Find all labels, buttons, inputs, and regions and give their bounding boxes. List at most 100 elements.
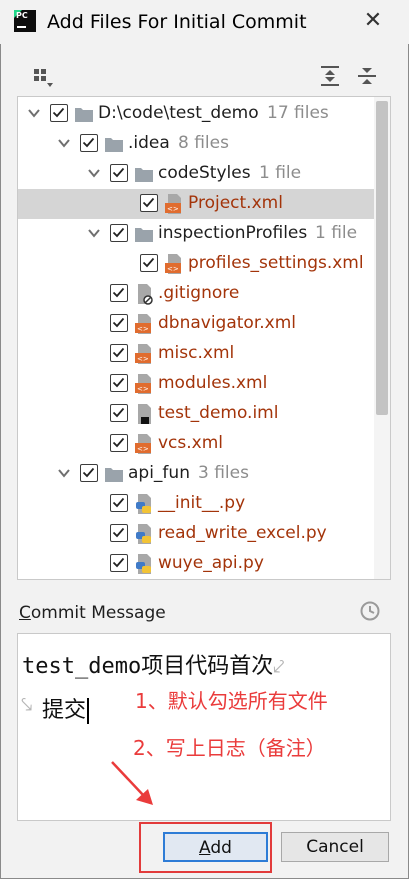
tree-item-label: codeStyles bbox=[158, 163, 251, 183]
checkbox[interactable] bbox=[50, 104, 68, 122]
xml-file-icon: <> bbox=[164, 253, 184, 275]
text-caret bbox=[87, 698, 89, 724]
tree-item-label: .gitignore bbox=[158, 283, 240, 303]
chevron-down-icon[interactable] bbox=[88, 167, 100, 179]
soft-wrap-end-icon: ⤦ bbox=[273, 654, 285, 678]
tree-file-row[interactable]: <> misc.xml bbox=[18, 339, 374, 369]
tree-item-label: inspectionProfiles bbox=[158, 223, 308, 243]
checkbox[interactable] bbox=[110, 404, 128, 422]
tree-item-label: modules.xml bbox=[158, 373, 268, 393]
tree-file-row[interactable]: wuye_api.py bbox=[18, 549, 374, 579]
folder-icon bbox=[104, 133, 124, 155]
iml-file-icon bbox=[134, 403, 154, 425]
tree-item-label: __init__.py bbox=[158, 493, 246, 513]
tree-item-label: profiles_settings.xml bbox=[188, 253, 364, 273]
python-file-icon bbox=[134, 523, 154, 545]
file-count-label: 17 files bbox=[267, 103, 329, 123]
tree-folder-row[interactable]: codeStyles 1 file bbox=[18, 159, 374, 189]
xml-file-icon: <> bbox=[134, 313, 154, 335]
svg-text:<>: <> bbox=[167, 205, 179, 213]
tree-item-label: api_fun bbox=[128, 463, 190, 483]
checkbox[interactable] bbox=[80, 464, 98, 482]
checkbox[interactable] bbox=[140, 254, 158, 272]
tree-item-label: read_write_excel.py bbox=[158, 523, 327, 543]
commit-message-field[interactable]: test_demo项目代码首次⤦ ⤥ 提交 bbox=[17, 633, 391, 821]
folder-icon bbox=[134, 223, 154, 245]
tree-item-label: misc.xml bbox=[158, 343, 235, 363]
tree-file-row[interactable]: .gitignore bbox=[18, 279, 374, 309]
checkbox[interactable] bbox=[140, 194, 158, 212]
collapse-all-icon[interactable] bbox=[355, 64, 379, 88]
tree-file-row[interactable]: <> modules.xml bbox=[18, 369, 374, 399]
python-file-icon bbox=[134, 553, 154, 575]
tree-file-row[interactable]: <> Project.xml bbox=[18, 189, 374, 219]
chevron-down-icon[interactable] bbox=[58, 467, 70, 479]
file-count-label: 3 files bbox=[198, 463, 249, 483]
chevron-down-icon[interactable] bbox=[88, 227, 100, 239]
tree-item-label: test_demo.iml bbox=[158, 403, 279, 423]
checkbox[interactable] bbox=[110, 164, 128, 182]
title-bar: PC Add Files For Initial Commit ✕ bbox=[0, 0, 409, 44]
add-button[interactable]: Add bbox=[163, 832, 268, 862]
tree-file-row[interactable]: <> dbnavigator.xml bbox=[18, 309, 374, 339]
folder-icon bbox=[134, 163, 154, 185]
tree-scrollbar-thumb[interactable] bbox=[376, 101, 388, 415]
close-icon[interactable]: ✕ bbox=[358, 6, 388, 36]
svg-text:<>: <> bbox=[137, 355, 149, 363]
checkbox[interactable] bbox=[110, 554, 128, 572]
folder-icon bbox=[74, 103, 94, 125]
tree-item-label: .idea bbox=[128, 133, 170, 153]
checkbox[interactable] bbox=[110, 284, 128, 302]
checkbox[interactable] bbox=[110, 344, 128, 362]
tree-file-row[interactable]: <> vcs.xml bbox=[18, 429, 374, 459]
file-count-label: 1 file bbox=[259, 163, 302, 183]
checkbox[interactable] bbox=[110, 224, 128, 242]
checkbox[interactable] bbox=[110, 524, 128, 542]
tree-item-label: wuye_api.py bbox=[158, 553, 264, 573]
tree-item-label: dbnavigator.xml bbox=[158, 313, 297, 333]
annotation-arrow-icon bbox=[111, 761, 153, 805]
group-by-icon[interactable] bbox=[32, 66, 54, 88]
tree-folder-row[interactable]: inspectionProfiles 1 file bbox=[18, 219, 374, 249]
expand-all-icon[interactable] bbox=[318, 64, 342, 88]
tree-file-row[interactable]: read_write_excel.py bbox=[18, 519, 374, 549]
folder-icon bbox=[104, 463, 124, 485]
xml-file-icon: <> bbox=[134, 343, 154, 365]
checkbox[interactable] bbox=[110, 374, 128, 392]
dialog-title: Add Files For Initial Commit bbox=[47, 11, 307, 33]
tree-folder-row[interactable]: api_fun 3 files bbox=[18, 459, 374, 489]
gitignore-file-icon bbox=[134, 283, 154, 305]
tree-folder-row[interactable]: D:\code\test_demo 17 files bbox=[18, 99, 374, 129]
file-count-label: 8 files bbox=[178, 133, 229, 153]
cancel-button[interactable]: Cancel bbox=[281, 832, 389, 862]
tree-file-row[interactable]: __init__.py bbox=[18, 489, 374, 519]
svg-text:<>: <> bbox=[137, 325, 149, 333]
xml-file-icon: <> bbox=[134, 433, 154, 455]
file-count-label: 1 file bbox=[315, 223, 358, 243]
file-tree[interactable]: wuye_api.py read_write_excel.py __init__.p… bbox=[17, 96, 391, 580]
annotation-note-1: 1、默认勾选所有文件 bbox=[135, 689, 328, 713]
svg-text:<>: <> bbox=[137, 385, 149, 393]
pycharm-logo-icon: PC bbox=[14, 10, 36, 32]
commit-message-label: Commit Message bbox=[19, 603, 166, 623]
tree-file-row[interactable]: <> profiles_settings.xml bbox=[18, 249, 374, 279]
tree-folder-row[interactable]: .idea 8 files bbox=[18, 129, 374, 159]
chevron-down-icon[interactable] bbox=[28, 107, 40, 119]
checkbox[interactable] bbox=[110, 494, 128, 512]
svg-text:<>: <> bbox=[167, 265, 179, 273]
xml-file-icon: <> bbox=[164, 193, 184, 215]
history-icon[interactable] bbox=[359, 600, 381, 622]
tree-item-label: Project.xml bbox=[188, 193, 283, 213]
tree-file-row[interactable]: test_demo.iml bbox=[18, 399, 374, 429]
commit-message-line-2: 提交 bbox=[42, 692, 89, 724]
tree-item-label: D:\code\test_demo bbox=[98, 103, 259, 123]
commit-message-line-1: test_demo项目代码首次⤦ bbox=[22, 654, 285, 679]
python-file-icon bbox=[134, 493, 154, 515]
checkbox[interactable] bbox=[110, 434, 128, 452]
xml-file-icon: <> bbox=[134, 373, 154, 395]
checkbox[interactable] bbox=[110, 314, 128, 332]
annotation-note-2: 2、写上日志（备注） bbox=[133, 736, 326, 760]
checkbox[interactable] bbox=[80, 134, 98, 152]
chevron-down-icon[interactable] bbox=[58, 137, 70, 149]
svg-text:<>: <> bbox=[137, 445, 149, 453]
